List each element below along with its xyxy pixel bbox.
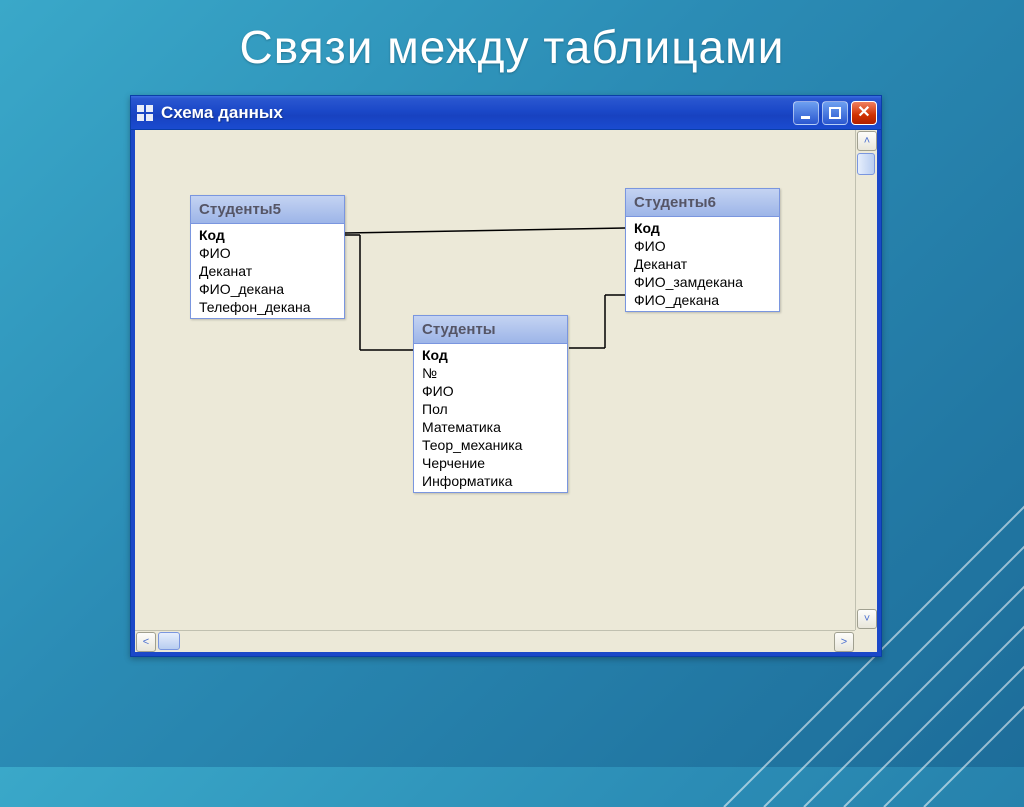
chevron-right-icon: ˃ [841,636,847,648]
entity-field[interactable]: Код [414,346,567,364]
entity-header[interactable]: Студенты6 [626,189,779,217]
window-client-area: Студенты5 Код ФИО Деканат ФИО_декана Тел… [131,130,881,656]
entity-field[interactable]: Телефон_декана [191,298,344,316]
entity-field[interactable]: Пол [414,400,567,418]
minimize-button[interactable] [793,101,819,125]
maximize-button[interactable] [822,101,848,125]
close-button[interactable]: ✕ [851,101,877,125]
entity-field[interactable]: Информатика [414,472,567,490]
vertical-scrollbar[interactable]: ˄ ˅ [855,130,877,630]
scroll-right-button[interactable]: ˃ [834,632,854,652]
relationships-window: Схема данных ✕ [130,95,882,657]
app-icon [137,105,155,121]
entity-field[interactable]: ФИО_декана [626,291,779,309]
scrollbar-corner [855,630,877,652]
entity-field[interactable]: ФИО [191,244,344,262]
scroll-up-button[interactable]: ˄ [857,131,877,151]
scroll-thumb[interactable] [857,153,875,175]
entity-students[interactable]: Студенты Код № ФИО Пол Математика Теор_м… [413,315,568,493]
chevron-up-icon: ˄ [864,135,870,147]
entity-field[interactable]: Теор_механика [414,436,567,454]
entity-field[interactable]: Математика [414,418,567,436]
window-titlebar[interactable]: Схема данных ✕ [131,96,881,130]
scroll-down-button[interactable]: ˅ [857,609,877,629]
entity-field[interactable]: Деканат [626,255,779,273]
entity-students5[interactable]: Студенты5 Код ФИО Деканат ФИО_декана Тел… [190,195,345,319]
entity-header[interactable]: Студенты [414,316,567,344]
entity-students6[interactable]: Студенты6 Код ФИО Деканат ФИО_замдекана … [625,188,780,312]
entity-field[interactable]: Деканат [191,262,344,280]
entity-header[interactable]: Студенты5 [191,196,344,224]
window-title: Схема данных [161,103,793,123]
close-icon: ✕ [857,106,870,120]
entity-field[interactable]: ФИО [414,382,567,400]
scroll-left-button[interactable]: ˂ [136,632,156,652]
entity-field[interactable]: Код [626,219,779,237]
chevron-down-icon: ˅ [864,613,870,625]
scroll-thumb[interactable] [158,632,180,650]
entity-field[interactable]: Код [191,226,344,244]
entity-field[interactable]: ФИО_декана [191,280,344,298]
slide-title: Связи между таблицами [0,0,1024,92]
relationships-canvas[interactable]: Студенты5 Код ФИО Деканат ФИО_декана Тел… [135,130,855,630]
chevron-left-icon: ˂ [143,636,149,648]
entity-field[interactable]: ФИО_замдекана [626,273,779,291]
horizontal-scrollbar[interactable]: ˂ ˃ [135,630,855,652]
entity-field[interactable]: № [414,364,567,382]
entity-field[interactable]: ФИО [626,237,779,255]
entity-field[interactable]: Черчение [414,454,567,472]
